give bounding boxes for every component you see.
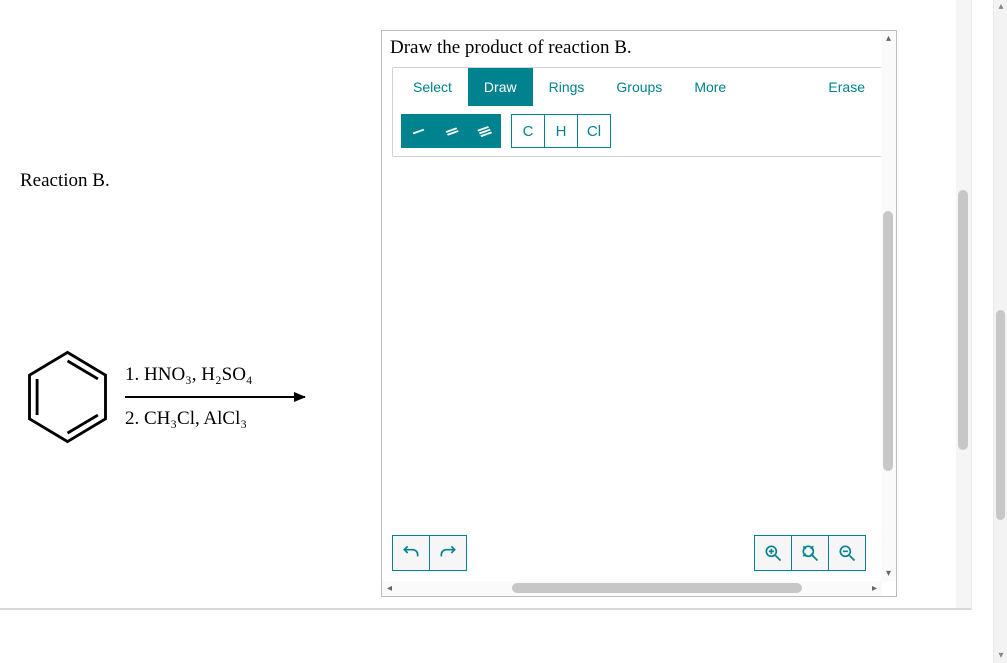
atom-h-button[interactable]: H [544,114,578,148]
scroll-thumb-v[interactable] [883,211,893,471]
triple-bond-icon: /// [474,123,493,140]
editor-vertical-scrollbar[interactable]: ▴ ▾ [881,31,896,581]
zoom-group [754,535,866,571]
zoom-in-icon [763,543,783,563]
history-group [392,535,467,571]
triple-bond-button[interactable]: /// [467,114,501,148]
scroll-right-icon[interactable]: ▸ [867,581,882,596]
zoom-fit-icon [800,543,820,563]
editor-prompt: Draw the product of reaction B. [382,31,896,67]
zoom-fit-button[interactable] [791,535,829,571]
scroll-thumb-h[interactable] [512,583,802,593]
tab-row: Select Draw Rings Groups More Erase [393,68,885,106]
question-area: Reaction B. 1. HNO₃, H₂SO₄ 2. CH₃Cl, AlC… [0,0,972,610]
scroll-down-icon[interactable]: ▾ [881,566,896,581]
redo-button[interactable] [429,535,467,571]
zoom-out-button[interactable] [828,535,866,571]
tab-rings[interactable]: Rings [533,68,601,106]
atom-cl-button[interactable]: Cl [577,114,611,148]
drawing-canvas[interactable] [392,166,870,526]
tab-groups[interactable]: Groups [600,68,678,106]
left-pane: Reaction B. 1. HNO₃, H₂SO₄ 2. CH₃Cl, AlC… [20,170,380,452]
undo-icon [401,543,421,563]
single-bond-button[interactable]: / [401,114,435,148]
tab-select[interactable]: Select [397,68,468,106]
reaction-scheme: 1. HNO₃, H₂SO₄ 2. CH₃Cl, AlCl₃ [20,342,380,452]
tab-erase[interactable]: Erase [812,68,881,106]
bond-tool-group: / // /// [401,114,501,148]
editor-toolbar: Select Draw Rings Groups More Erase / //… [392,67,886,157]
atom-c-button[interactable]: C [511,114,545,148]
scroll-thumb[interactable] [996,310,1005,520]
question-vertical-scrollbar[interactable] [956,0,971,608]
redo-icon [438,543,458,563]
reaction-arrow-icon [125,396,305,398]
double-bond-button[interactable]: // [434,114,468,148]
page-vertical-scrollbar[interactable]: ▴ ▾ [993,0,1007,663]
tab-draw[interactable]: Draw [468,68,533,106]
bottom-controls [392,535,866,571]
scroll-down-icon[interactable]: ▾ [994,649,1007,663]
reaction-title: Reaction B. [20,170,380,192]
scroll-thumb[interactable] [958,190,968,450]
scroll-up-icon[interactable]: ▴ [994,0,1007,14]
undo-button[interactable] [392,535,430,571]
reagent-step-2: 2. CH₃Cl, AlCl₃ [125,408,305,430]
atom-tool-group: C H Cl [511,114,611,148]
structure-editor: Draw the product of reaction B. Select D… [381,30,897,597]
zoom-out-icon [837,543,857,563]
scroll-up-icon[interactable]: ▴ [881,31,896,46]
zoom-in-button[interactable] [754,535,792,571]
editor-horizontal-scrollbar[interactable]: ◂ ▸ [382,581,882,596]
tab-more[interactable]: More [678,68,742,106]
benzene-icon [20,342,115,452]
reagent-step-1: 1. HNO₃, H₂SO₄ [125,364,305,386]
single-bond-icon: / [410,125,426,136]
reagents-block: 1. HNO₃, H₂SO₄ 2. CH₃Cl, AlCl₃ [125,364,305,430]
scroll-left-icon[interactable]: ◂ [382,581,397,596]
tool-row: / // /// C H Cl [393,106,885,156]
double-bond-icon: // [442,124,460,138]
